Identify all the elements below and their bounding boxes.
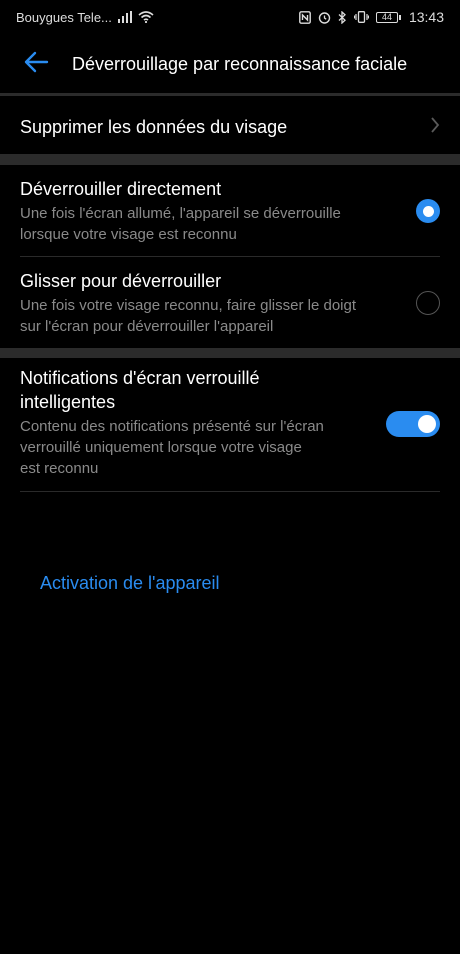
smart-notifications-description-line1: Contenu des notifications présenté sur l…	[20, 418, 324, 435]
smart-notifications-description-line2: verrouillé uniquement lorsque votre visa…	[20, 439, 302, 456]
swipe-unlock-option[interactable]: Glisser pour déverrouiller Une fois votr…	[20, 258, 440, 348]
vibrate-icon	[353, 11, 369, 23]
row-separator	[20, 256, 440, 257]
unlock-directly-title: Déverrouiller directement	[20, 179, 222, 199]
swipe-unlock-description: Une fois votre visage reconnu, faire gli…	[20, 295, 356, 337]
device-activation-link[interactable]: Activation de l'appareil	[40, 573, 220, 594]
clock: 13:43	[408, 9, 444, 25]
battery-icon: 44	[375, 11, 401, 23]
unlock-directly-description-line1: Une fois l'écran allumé, l'appareil se d…	[20, 205, 341, 222]
swipe-unlock-description-line2: sur l'écran pour déverrouiller l'apparei…	[20, 318, 274, 335]
carrier-label: Bouygues Tele...	[16, 9, 112, 25]
swipe-unlock-radio[interactable]	[416, 291, 440, 315]
back-button[interactable]	[0, 34, 72, 94]
unlock-directly-option[interactable]: Déverrouiller directement Une fois l'écr…	[20, 166, 440, 256]
signal-icon	[117, 11, 132, 23]
chevron-right-icon	[430, 116, 440, 139]
delete-face-data-item[interactable]: Supprimer les données du visage	[20, 100, 440, 154]
wifi-icon	[138, 11, 154, 23]
unlock-directly-description-line2: lorsque votre visage est reconnu	[20, 226, 237, 243]
smart-notifications-description-line3: est reconnu	[20, 460, 99, 477]
smart-notifications-title: Notifications d'écran verrouillé intelli…	[20, 366, 324, 414]
status-bar: Bouygues Tele... 44 13:43	[0, 0, 460, 34]
smart-notifications-description: Contenu des notifications présenté sur l…	[20, 416, 324, 479]
smart-notifications-toggle[interactable]	[386, 411, 440, 437]
delete-face-data-label: Supprimer les données du visage	[20, 117, 288, 137]
back-arrow-icon	[23, 51, 49, 78]
header-divider	[0, 93, 460, 96]
swipe-unlock-title: Glisser pour déverrouiller	[20, 271, 222, 291]
app-bar: Déverrouillage par reconnaissance facial…	[0, 34, 460, 94]
unlock-directly-radio[interactable]	[416, 199, 440, 223]
page-title: Déverrouillage par reconnaissance facial…	[72, 53, 408, 74]
smart-notifications-title-line2: intelligentes	[20, 392, 116, 412]
nfc-icon	[299, 10, 311, 24]
section-divider	[0, 154, 460, 165]
smart-notifications-option[interactable]: Notifications d'écran verrouillé intelli…	[20, 366, 440, 486]
unlock-directly-description: Une fois l'écran allumé, l'appareil se d…	[20, 203, 341, 245]
bluetooth-icon	[338, 10, 347, 24]
section-divider	[0, 348, 460, 358]
swipe-unlock-description-line1: Une fois votre visage reconnu, faire gli…	[20, 297, 357, 314]
alarm-icon	[318, 11, 331, 24]
smart-notifications-title-line1: Notifications d'écran verrouillé	[20, 368, 260, 388]
row-separator	[20, 491, 440, 492]
